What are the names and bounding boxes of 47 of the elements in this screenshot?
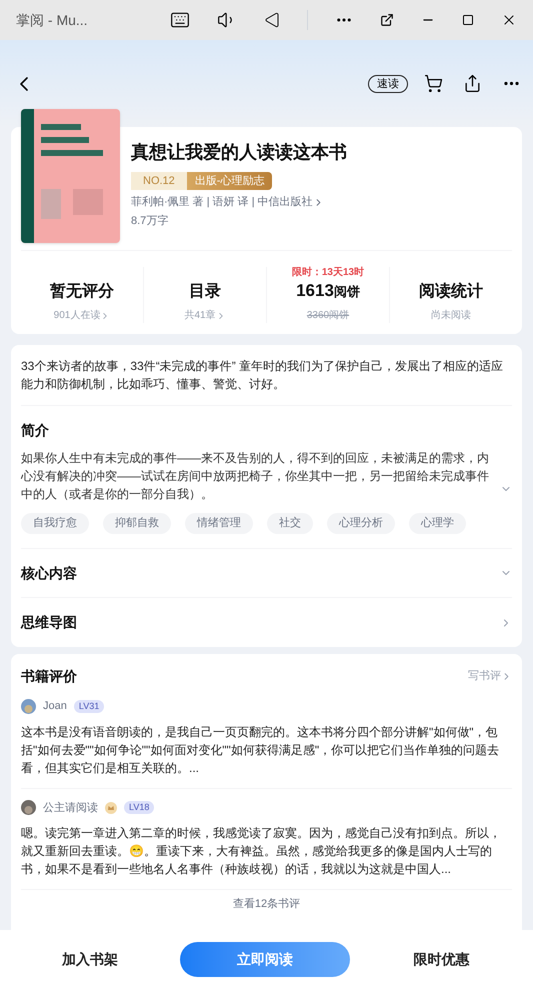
level-badge: LV18 [124,801,154,814]
intro-text: 如果你人生中有未完成的事件——来不及告别的人，得不到的回应，未被满足的需求，内心没有解决的冲突——试试在房间中放两把椅子，你坐其中一把，另一把留给未完成事件中的人（或者是你的一部分自我）。 [21,450,490,503]
stat-caption: 尚未阅读 [431,308,471,323]
keyboard-icon[interactable] [170,10,190,30]
stat-link[interactable]: 901人在读 [54,308,110,323]
back-triangle-icon[interactable] [264,12,280,28]
more-reviews-link[interactable]: 查看12条书评 [21,896,512,912]
cart-icon[interactable] [424,74,443,93]
section-row[interactable]: 核心内容 [21,549,512,598]
maximize-icon[interactable] [462,14,474,26]
limited-offer-button[interactable]: 限时优惠 [350,948,533,970]
read-now-button[interactable]: 立即阅读 [180,942,350,976]
quick-read-button[interactable]: 速读 [368,74,408,92]
stat-value: 阅读统计 [419,281,483,302]
section-title: 书籍评价 [21,667,77,686]
word-count: 8.7万字 [131,214,170,228]
user-name: Joan [43,699,67,714]
review-text: 这本书是没有语音朗读的，是我自己一页页翻完的。这本书将分四个部分讲解"如何做"，包括"如何去爱""如何争论""如何面对变化""如何获得满足感"，你可以把它们当作单独的问题去看，但其实它们是相互关联的。... [21,724,500,776]
window-icon[interactable] [380,13,394,27]
summary-text: 33个来访者的故事，33件“未完成的事件” 童年时的我们为了保护自己，发展出了相应的适应能力和防御机制，比如乖巧、懂事、警觉、讨好。 [21,345,512,406]
original-price: 3360阅饼 [306,309,350,323]
tag-chip[interactable]: 情绪管理 [185,513,253,534]
tag-chip[interactable]: 心理学 [409,513,466,534]
tag-chip[interactable]: 抑郁自救 [103,513,171,534]
section-title: 简介 [21,421,50,440]
stat-value: 目录 [189,282,221,302]
tag-chip[interactable]: 自我疗愈 [21,513,89,534]
avatar-icon [21,800,36,816]
book-credits[interactable]: 菲利帕·佩里 著 | 语妍 译 | 中信出版社 [131,194,347,210]
tag-chip[interactable]: 心理分析 [327,513,395,534]
stat-link[interactable]: 共41章 [184,308,226,323]
price-value: 1613阅饼 [296,280,360,302]
level-badge: LV31 [74,700,104,713]
review-text: 嗯。读完第一章进入第二章的时候，我感觉读了寂寞。因为，感觉自己没有扣到点。所以，就又重新回去重读。😁。重读下来，大有裨益。虽然，感觉给我更多的像是国内人士写的书，如果不是看到一些地名人名事件（种族歧视）的话，我就以为这就是中国人... [21,825,502,878]
window-title: 掌阅 - Mu... [16,10,89,30]
promo-label: 限时：13天13时 [292,267,364,279]
book-title: 真想让我爱的人读读这本书 [131,141,347,164]
rank-badge: NO.12 [131,172,187,190]
share-icon[interactable] [463,74,482,93]
avatar-icon [21,698,36,714]
tag-chip[interactable]: 社交 [267,513,313,534]
section-row[interactable]: 思维导图 [21,598,512,647]
category-badge: 出版-心理励志 [186,172,272,190]
stat-value: 暂无评分 [50,282,114,302]
user-name: 公主请阅读 [43,800,98,816]
write-review-link[interactable]: 写书评 [468,668,512,685]
add-to-shelf-button[interactable]: 加入书架 [0,948,180,970]
